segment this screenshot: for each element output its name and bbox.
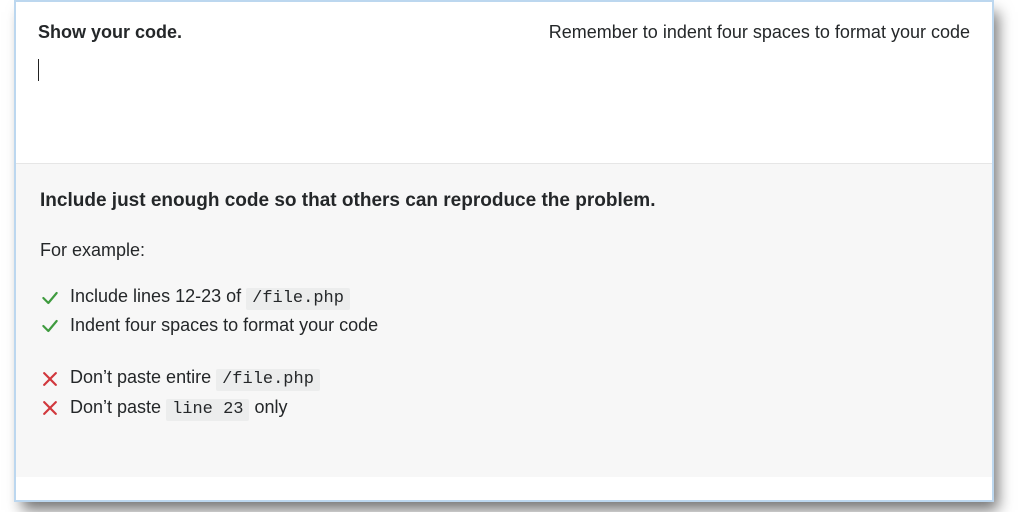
tip-text: Don’t paste line 23 only xyxy=(70,394,288,423)
guidance-example-label: For example: xyxy=(40,240,968,261)
list-item: Don’t paste line 23 only xyxy=(40,394,968,423)
bad-tips: Don’t paste entire /file.php Don’t paste… xyxy=(40,364,968,423)
indent-hint: Remember to indent four spaces to format… xyxy=(549,22,970,43)
check-icon xyxy=(40,288,70,308)
list-item: Indent four spaces to format your code xyxy=(40,312,968,340)
panel-title: Show your code. xyxy=(38,22,182,43)
code-textarea[interactable] xyxy=(16,43,992,163)
tip-text: Include lines 12-23 of /file.php xyxy=(70,283,350,312)
cross-icon xyxy=(40,369,70,389)
panel-header: Show your code. Remember to indent four … xyxy=(16,2,992,43)
good-tips: Include lines 12-23 of /file.php Indent … xyxy=(40,283,968,340)
check-icon xyxy=(40,316,70,336)
guidance-section: Include just enough code so that others … xyxy=(16,163,992,477)
guidance-headline: Include just enough code so that others … xyxy=(40,190,968,212)
list-item: Include lines 12-23 of /file.php xyxy=(40,283,968,312)
tip-text: Don’t paste entire /file.php xyxy=(70,364,320,393)
code-input-panel: Show your code. Remember to indent four … xyxy=(14,0,994,502)
cross-icon xyxy=(40,398,70,418)
list-item: Don’t paste entire /file.php xyxy=(40,364,968,393)
tip-text: Indent four spaces to format your code xyxy=(70,312,378,340)
text-caret xyxy=(38,59,39,81)
